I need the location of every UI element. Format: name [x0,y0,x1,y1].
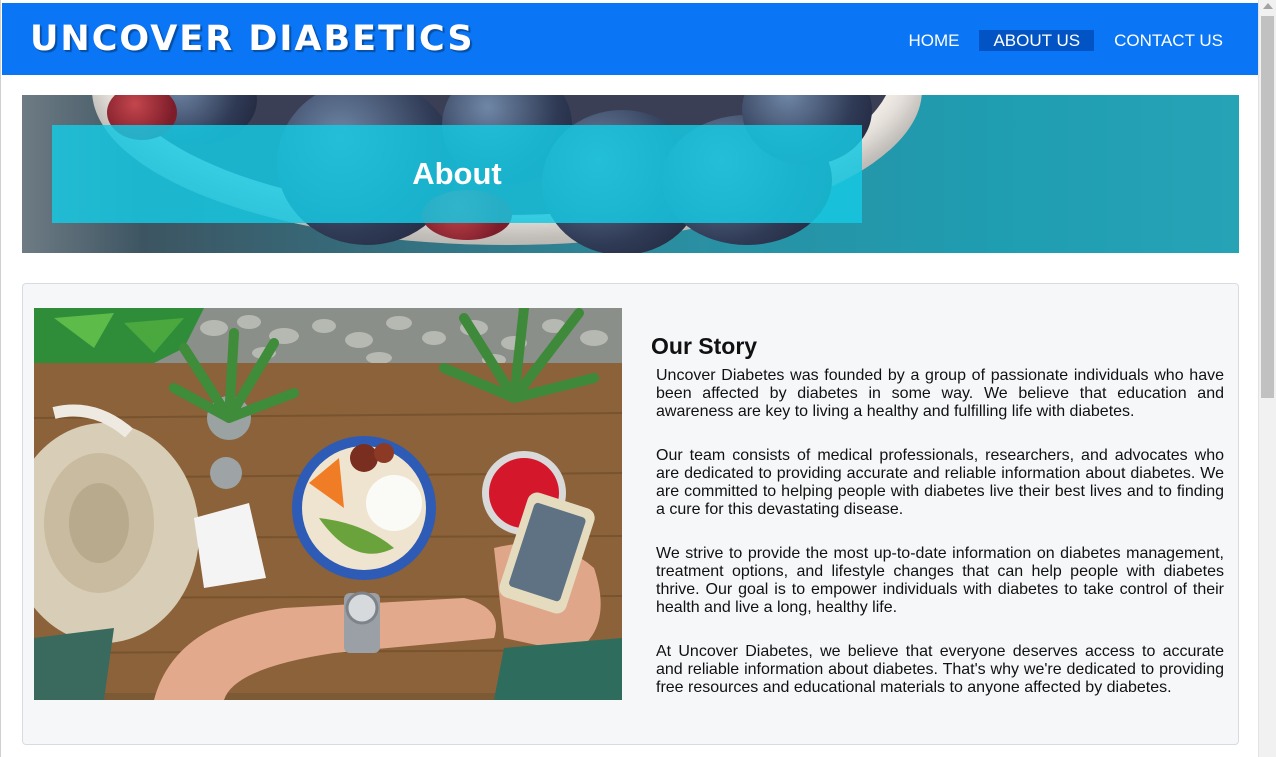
scrollbar-thumb[interactable] [1261,16,1274,398]
hero-title-box: About [52,125,862,223]
vertical-scrollbar[interactable] [1258,0,1276,757]
story-paragraph-1: Uncover Diabetes was founded by a group … [656,367,1224,420]
hero-banner: About [22,95,1239,253]
story-paragraph-3: We strive to provide the most up-to-date… [656,545,1224,616]
food-table-illustration [34,308,622,700]
our-story-card: Our Story Uncover Diabetes was founded b… [22,283,1239,745]
nav-contact-us[interactable]: CONTACT US [1100,30,1237,51]
story-heading: Our Story [651,333,758,360]
site-logo[interactable]: UNCOVER DIABETICS [30,19,475,59]
story-paragraph-4: At Uncover Diabetes, we believe that eve… [656,643,1224,696]
story-paragraph-2: Our team consists of medical professiona… [656,447,1224,518]
nav-home[interactable]: HOME [894,30,973,51]
page-title: About [412,156,502,191]
site-header: UNCOVER DIABETICS HOME ABOUT US CONTACT … [2,3,1258,75]
story-photo [34,308,622,700]
page: UNCOVER DIABETICS HOME ABOUT US CONTACT … [0,0,1258,757]
scroll-up-arrow-icon[interactable] [1263,3,1273,9]
main-nav: HOME ABOUT US CONTACT US [894,30,1258,51]
nav-about-us[interactable]: ABOUT US [979,30,1095,51]
